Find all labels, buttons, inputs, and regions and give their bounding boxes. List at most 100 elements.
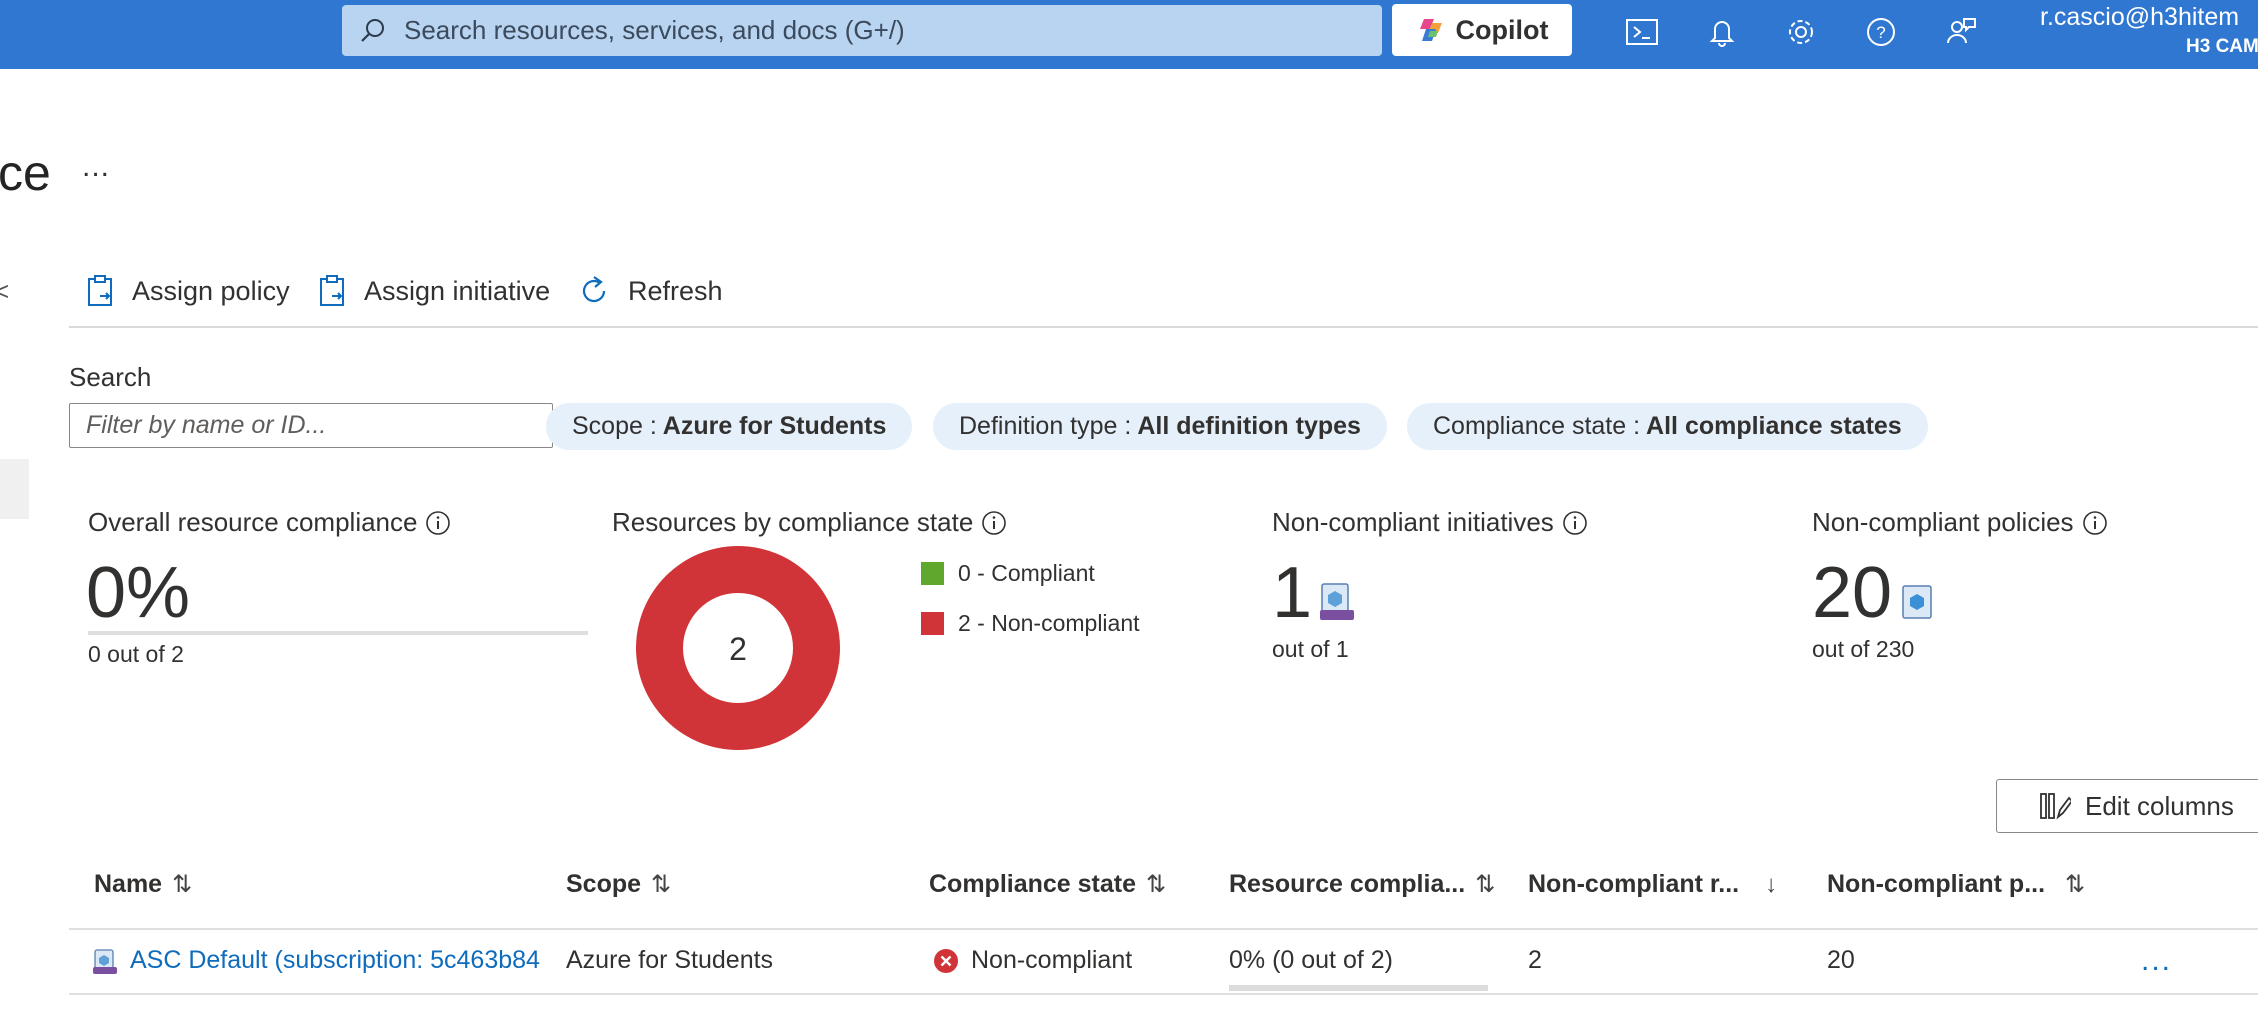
row-resource-compliance: 0% (0 out of 2): [1229, 946, 1393, 974]
resources-by-state-title: Resources by compliance state: [612, 507, 1007, 538]
noncompliant-policies-value: 20: [1812, 553, 1893, 633]
column-header-resource-compliance-label: Resource complia...: [1229, 870, 1466, 898]
column-header-resource-compliance[interactable]: Resource complia... ⇅: [1229, 870, 1495, 899]
column-header-noncompliant-policies[interactable]: Non-compliant p... ⇅: [1827, 870, 2085, 899]
search-label: Search: [69, 362, 152, 392]
left-nav-selected-item[interactable]: [0, 459, 29, 519]
page-more-button[interactable]: ...: [82, 150, 110, 184]
sort-icon[interactable]: ⇅: [2065, 870, 2085, 899]
overall-compliance-bar: [88, 631, 588, 635]
account-directory[interactable]: H3 CAM: [2186, 36, 2258, 58]
copilot-button[interactable]: Copilot: [1392, 4, 1572, 56]
assign-policy-icon: [88, 275, 112, 306]
refresh-button[interactable]: Refresh: [576, 268, 723, 314]
copilot-icon: [1419, 19, 1442, 41]
edit-columns-button[interactable]: Edit columns: [1996, 779, 2258, 833]
sort-icon[interactable]: ⇅: [172, 870, 192, 899]
column-header-noncompliant-resources-label: Non-compliant r...: [1528, 870, 1740, 898]
noncompliant-initiatives-title-text: Non-compliant initiatives: [1272, 507, 1554, 537]
definition-type-filter-key: Definition type :: [959, 412, 1132, 440]
noncompliant-initiatives-value: 1: [1272, 553, 1313, 633]
column-header-compliance-state-label: Compliance state: [929, 870, 1137, 898]
column-header-name-label: Name: [94, 870, 163, 898]
legend-noncompliant-label: 2 - Non-compliant: [958, 610, 1140, 636]
info-icon[interactable]: [425, 510, 451, 536]
row-more-actions-button[interactable]: ...: [2141, 944, 2172, 978]
compliance-state-filter-value: All compliance states: [1646, 412, 1902, 440]
noncompliant-initiatives-title: Non-compliant initiatives: [1272, 507, 1588, 538]
legend-swatch-noncompliant: [921, 612, 944, 635]
edit-columns-icon: [2040, 793, 2071, 820]
row-compliance-state: Non-compliant: [933, 946, 1132, 975]
definition-type-filter-pill[interactable]: Definition type : All definition types: [933, 403, 1387, 450]
legend-noncompliant: 2 - Non-compliant: [921, 610, 1140, 637]
table-row-divider: [69, 993, 2258, 995]
assign-policy-button[interactable]: Assign policy: [86, 268, 290, 314]
settings-icon[interactable]: [1781, 12, 1821, 52]
legend-compliant-label: 0 - Compliant: [958, 560, 1095, 586]
column-header-scope[interactable]: Scope ⇅: [566, 870, 671, 899]
info-icon[interactable]: [1562, 510, 1588, 536]
initiative-icon: [93, 949, 117, 974]
cloud-shell-icon[interactable]: [1622, 12, 1662, 52]
column-header-scope-label: Scope: [566, 870, 642, 898]
row-scope: Azure for Students: [566, 946, 774, 974]
refresh-label: Refresh: [628, 275, 723, 306]
error-icon: [934, 948, 958, 973]
policy-icon: [1902, 585, 1932, 619]
row-noncompliant-resources: 2: [1528, 946, 1542, 974]
svg-text:?: ?: [1876, 23, 1885, 42]
scope-filter-key: Scope :: [572, 412, 657, 440]
overall-compliance-value: 0%: [86, 553, 191, 633]
global-search-box[interactable]: Search resources, services, and docs (G+…: [342, 5, 1382, 56]
row-noncompliant-policies: 20: [1827, 946, 1855, 974]
noncompliant-policies-title-text: Non-compliant policies: [1812, 507, 2074, 537]
noncompliant-initiatives-out-of: out of 1: [1272, 636, 1349, 662]
sort-icon[interactable]: ⇅: [651, 870, 671, 899]
column-header-name[interactable]: Name ⇅: [94, 870, 192, 899]
row-compliance-state-label: Non-compliant: [971, 946, 1133, 974]
notifications-icon[interactable]: [1702, 12, 1742, 52]
top-nav-bar: Search resources, services, and docs (G+…: [0, 0, 2258, 69]
row-resource-compliance-bar: [1229, 985, 1488, 991]
assign-initiative-icon: [320, 275, 344, 306]
donut-center-label: 2: [729, 631, 747, 667]
legend-swatch-compliant: [921, 562, 944, 585]
info-icon[interactable]: [981, 510, 1007, 536]
search-icon: [361, 18, 384, 42]
global-search-placeholder: Search resources, services, and docs (G+…: [404, 15, 905, 45]
legend-compliant: 0 - Compliant: [921, 560, 1095, 587]
compliance-state-filter-pill[interactable]: Compliance state : All compliance states: [1407, 403, 1928, 450]
overall-compliance-title-text: Overall resource compliance: [88, 507, 418, 537]
table-header-divider: [69, 928, 2258, 930]
edit-columns-label: Edit columns: [2085, 790, 2234, 821]
assign-initiative-button[interactable]: Assign initiative: [318, 268, 550, 314]
page-title: ce: [0, 145, 51, 201]
info-icon[interactable]: [2082, 510, 2108, 536]
collapse-menu-icon[interactable]: <: [0, 276, 9, 307]
assign-policy-label: Assign policy: [132, 275, 290, 306]
initiative-icon: [1320, 583, 1354, 620]
noncompliant-policies-out-of: out of 230: [1812, 636, 1915, 662]
sort-icon[interactable]: ⇅: [1475, 870, 1495, 899]
scope-filter-pill[interactable]: Scope : Azure for Students: [546, 403, 913, 450]
filter-search-input[interactable]: [69, 403, 553, 448]
compliance-state-filter-key: Compliance state :: [1433, 412, 1641, 440]
overall-compliance-title: Overall resource compliance: [88, 507, 451, 538]
overall-compliance-count: 0 out of 2: [88, 641, 184, 667]
column-header-compliance-state[interactable]: Compliance state ⇅: [929, 870, 1166, 899]
account-username[interactable]: r.cascio@h3hitem: [2040, 3, 2239, 32]
sort-descending-icon[interactable]: ↓: [1765, 871, 1777, 899]
noncompliant-policies-title: Non-compliant policies: [1812, 507, 2108, 538]
feedback-icon[interactable]: [1941, 12, 1981, 52]
refresh-icon: [582, 276, 606, 303]
row-initiative-link[interactable]: ASC Default (subscription: 5c463b84: [130, 946, 540, 975]
assign-initiative-label: Assign initiative: [364, 275, 551, 306]
column-header-noncompliant-policies-label: Non-compliant p...: [1827, 870, 2046, 898]
toolbar-divider: [69, 326, 2258, 328]
column-header-noncompliant-resources[interactable]: Non-compliant r... ↓: [1528, 870, 1777, 899]
scope-filter-value: Azure for Students: [662, 412, 887, 440]
help-icon[interactable]: ?: [1861, 12, 1901, 52]
sort-icon[interactable]: ⇅: [1146, 870, 1166, 899]
copilot-label: Copilot: [1455, 14, 1549, 45]
